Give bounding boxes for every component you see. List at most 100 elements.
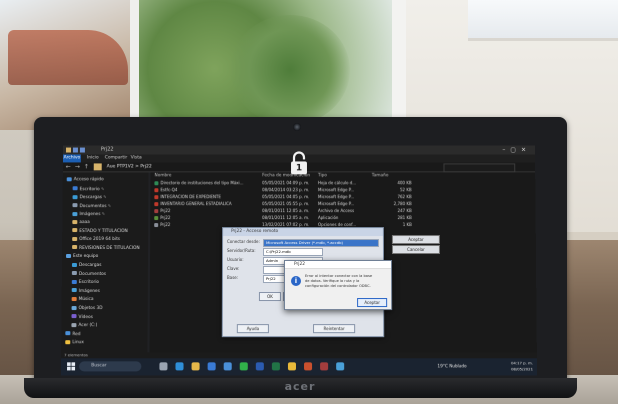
pin-icon: ✎	[107, 203, 112, 208]
network-icon	[65, 331, 70, 335]
quick-access-icon[interactable]	[73, 148, 78, 153]
file-size-text: 1 KB	[403, 222, 412, 227]
window-frame	[130, 0, 139, 130]
field-input[interactable]: C:\Prj22.mdb	[263, 248, 323, 256]
file-row[interactable]: Directorio de instituciones del tipo Máx…	[150, 180, 449, 186]
mail-icon[interactable]	[224, 362, 232, 370]
edge-icon[interactable]	[175, 362, 183, 370]
nav-item[interactable]: aaaa	[72, 219, 90, 226]
info-icon: i	[291, 276, 301, 286]
file-icon	[154, 216, 158, 220]
quick-access-icon[interactable]	[80, 148, 85, 153]
excel-icon[interactable]	[272, 362, 280, 370]
nav-item[interactable]: Objetos 3D	[72, 305, 103, 312]
nav-item[interactable]: Linux	[65, 340, 84, 347]
documents-folder-icon	[72, 203, 77, 207]
window-controls[interactable]: –▢✕	[501, 146, 531, 155]
column-header-size[interactable]: Tamaño	[372, 173, 389, 179]
breadcrumb[interactable]: Aue PTP1V2 > Prj22	[107, 163, 152, 170]
nav-item[interactable]: Este equipo	[66, 253, 98, 260]
file-row[interactable]: Prj22 08/01/2011 12:05 a. m. Aplicación 281…	[150, 215, 450, 221]
alert-ok-button[interactable]: Aceptar	[357, 298, 387, 307]
nav-item[interactable]: Documentos	[72, 271, 106, 278]
taskbar: Buscar 19°C Nublado 04:17 p. m. 08/05/20…	[61, 358, 537, 375]
file-date: 05/05/2021 04:09 p. m.	[262, 180, 316, 186]
file-row[interactable]: INVENTARIO GENERAL ESTADIALICA 05/05/2021…	[150, 201, 449, 207]
nav-item-label: Office 2019 64 bits	[79, 237, 120, 242]
nav-item[interactable]: Descargas ✎	[73, 193, 107, 200]
file-size: 52 KB	[372, 187, 412, 193]
store-icon[interactable]	[208, 362, 216, 370]
nav-item[interactable]: ESTADO Y TITULACION	[72, 228, 128, 235]
chrome-icon[interactable]	[288, 362, 296, 370]
nav-item[interactable]: Documentos ✎	[72, 202, 111, 209]
access-icon[interactable]	[320, 362, 328, 370]
folder-icon	[94, 163, 102, 170]
system-clock[interactable]: 04:17 p. m. 08/05/2021	[511, 360, 533, 372]
ok-button[interactable]: OK	[259, 292, 281, 301]
windows-start-icon[interactable]	[67, 362, 75, 370]
file-name: INVENTARIO GENERAL ESTADIALICA	[154, 201, 258, 207]
file-type-text: Archivo de Access	[318, 208, 354, 213]
field-input[interactable]: Microsoft Access Driver (*.mdb, *.accdb)	[263, 239, 379, 247]
file-icon	[154, 202, 158, 206]
file-name-text: INVENTARIO GENERAL ESTADIALICA	[160, 201, 231, 206]
tab-file[interactable]: Archivo	[63, 154, 81, 162]
nav-item-label: Red	[72, 332, 80, 337]
back-icon[interactable]: ←	[66, 163, 71, 170]
nav-item[interactable]: Imágenes ✎	[72, 211, 105, 218]
file-date: 05/05/2021 04:05 p. m.	[262, 194, 316, 200]
documents-folder-icon	[72, 271, 77, 275]
tab-view[interactable]: Vista	[131, 154, 142, 162]
accept-button[interactable]: Aceptar	[392, 235, 440, 244]
column-header-name[interactable]: Nombre	[154, 173, 171, 179]
photos-icon[interactable]	[336, 362, 344, 370]
file-date-text: 08/04/2014 03:23 p. m.	[262, 187, 309, 192]
3d-objects-icon	[72, 306, 77, 310]
file-row[interactable]: Prj22 08/01/2011 12:05 a. m. Archivo de Ac…	[150, 208, 449, 214]
file-name-text: Prj22	[160, 222, 170, 227]
tab-share[interactable]: Compartir	[105, 154, 128, 162]
navigation-pane: Acceso rápido Escritorio ✎ Descargas ✎ Docu…	[61, 172, 148, 352]
file-name-text: Directorio de instituciones del tipo Máx…	[160, 180, 243, 185]
nav-item[interactable]: Imágenes	[72, 288, 100, 295]
cancel-side-button[interactable]: Cancelar	[392, 245, 440, 254]
nav-item[interactable]: Vídeos	[71, 314, 92, 321]
desktop-folder-icon	[73, 186, 78, 190]
task-view-icon[interactable]	[159, 362, 167, 370]
word-icon[interactable]	[256, 362, 264, 370]
nav-item[interactable]: Red	[65, 331, 80, 338]
explorer-icon[interactable]	[192, 362, 200, 370]
forward-icon[interactable]: →	[75, 163, 80, 170]
column-header-type[interactable]: Tipo	[318, 173, 327, 179]
weather-widget[interactable]: 19°C Nublado	[437, 363, 466, 368]
help-button[interactable]: Ayuda	[237, 324, 269, 333]
search-input[interactable]	[443, 163, 515, 172]
file-date: 05/05/2021 05:55 p. m.	[262, 201, 316, 207]
file-name-text: INTEGRACION DE EXPEDIENTE	[160, 194, 221, 199]
retry-button[interactable]: Reintentar	[313, 324, 355, 333]
whatsapp-icon[interactable]	[240, 362, 248, 370]
nav-item[interactable]: Office 2019 64 bits	[72, 236, 120, 243]
nav-item-label: REVISIONES DE TITULACION	[79, 246, 140, 251]
nav-item[interactable]: Escritorio ✎	[73, 185, 105, 192]
nav-item[interactable]: Música	[72, 296, 94, 303]
file-size-text: 52 KB	[400, 187, 412, 192]
nav-item[interactable]: Acer (C:)	[71, 322, 97, 329]
music-folder-icon	[72, 297, 77, 301]
up-icon[interactable]: ↑	[84, 163, 89, 170]
nav-item[interactable]: Descargas	[72, 262, 102, 269]
nav-item[interactable]: Acceso rápido	[67, 176, 104, 183]
file-size-text: 247 KB	[398, 208, 412, 213]
taskbar-search[interactable]: Buscar	[79, 361, 141, 371]
file-type-text: Hoja de cálculo d...	[318, 180, 356, 185]
dialog-title: Prj22 - Acceso remoto	[223, 228, 383, 236]
file-row[interactable]: INTEGRACION DE EXPEDIENTE 05/05/2021 04:0…	[150, 194, 449, 200]
file-date: 08/04/2014 03:23 p. m.	[262, 187, 316, 193]
nav-item[interactable]: Escritorio	[72, 279, 99, 286]
nav-item-label: Acceso rápido	[74, 177, 104, 182]
tab-home[interactable]: Inicio	[87, 154, 99, 162]
file-row[interactable]: Estfc-Q4 08/04/2014 03:23 p. m. Microsoft …	[150, 187, 449, 193]
nav-item[interactable]: REVISIONES DE TITULACION	[72, 245, 140, 252]
powerpoint-icon[interactable]	[304, 362, 312, 370]
